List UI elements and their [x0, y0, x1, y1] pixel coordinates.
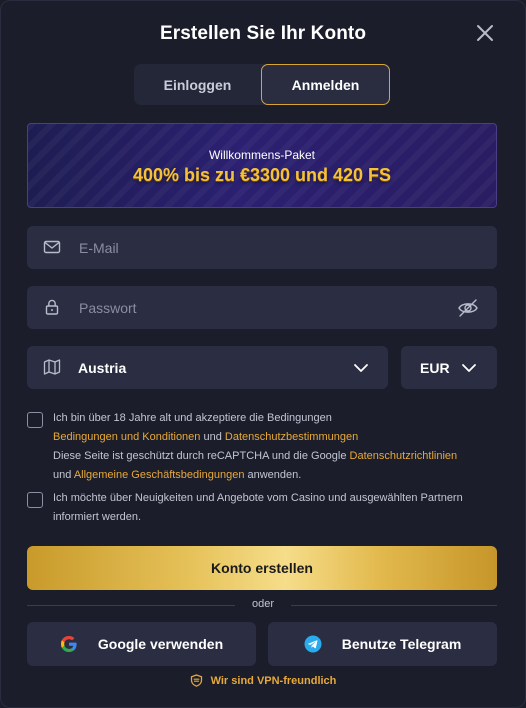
- telegram-icon: [304, 635, 322, 653]
- auth-tabs: Einloggen Anmelden: [134, 64, 390, 105]
- eye-off-icon[interactable]: [457, 297, 479, 319]
- modal-title: Erstellen Sie Ihr Konto: [159, 23, 367, 44]
- privacy-link[interactable]: Datenschutzbestimmungen: [225, 431, 358, 443]
- newsletter-checkbox[interactable]: [27, 492, 43, 508]
- google-terms-link[interactable]: Allgemeine Geschäftsbedingungen: [74, 469, 245, 481]
- email-field-container: [27, 226, 497, 269]
- google-login-button[interactable]: Google verwenden: [27, 622, 256, 666]
- map-icon: [43, 359, 61, 375]
- or-label: oder: [251, 598, 275, 610]
- chevron-down-icon: [462, 364, 476, 372]
- terms-consent: Ich bin über 18 Jahre alt und akzeptiere…: [27, 412, 497, 488]
- promo-headline: 400% bis zu €3300 und 420 FS: [132, 165, 392, 185]
- vpn-note-text: Wir sind VPN-freundlich: [210, 674, 337, 687]
- signup-modal: Erstellen Sie Ihr Konto Einloggen Anmeld…: [0, 0, 526, 708]
- welcome-banner: Willkommens-Paket 400% bis zu €3300 und …: [27, 123, 497, 208]
- apply-text: anwenden.: [247, 469, 302, 481]
- tab-login[interactable]: Einloggen: [134, 64, 261, 105]
- create-account-button[interactable]: Konto erstellen: [27, 546, 497, 590]
- password-input[interactable]: [79, 286, 449, 329]
- country-select[interactable]: Austria: [27, 346, 388, 389]
- chevron-down-icon: [354, 364, 368, 372]
- password-field-container: [27, 286, 497, 329]
- and-text: und: [53, 469, 72, 481]
- mail-icon: [43, 240, 61, 254]
- newsletter-consent: Ich möchte über Neuigkeiten und Angebote…: [27, 492, 497, 530]
- tab-register[interactable]: Anmelden: [261, 64, 390, 105]
- terms-checkbox[interactable]: [27, 412, 43, 428]
- country-value: Austria: [78, 359, 127, 376]
- google-icon: [60, 636, 77, 652]
- terms-line-1: Ich bin über 18 Jahre alt und akzeptiere…: [53, 412, 332, 424]
- and-text: und: [203, 431, 222, 443]
- lock-icon: [45, 299, 59, 315]
- recaptcha-text: Diese Seite ist geschützt durch reCAPTCH…: [53, 450, 347, 462]
- telegram-button-label: Benutze Telegram: [341, 636, 462, 652]
- newsletter-text: Ich möchte über Neuigkeiten und Angebote…: [53, 492, 463, 523]
- close-icon[interactable]: [473, 21, 497, 45]
- email-input[interactable]: [79, 226, 449, 269]
- terms-link[interactable]: Bedingungen und Konditionen: [53, 431, 200, 443]
- currency-select[interactable]: EUR: [401, 346, 497, 389]
- google-button-label: Google verwenden: [97, 636, 224, 652]
- promo-subtitle: Willkommens-Paket: [208, 148, 316, 162]
- terms-text: Ich bin über 18 Jahre alt und akzeptiere…: [53, 409, 497, 485]
- shield-icon: [190, 674, 202, 687]
- telegram-login-button[interactable]: Benutze Telegram: [268, 622, 497, 666]
- divider-right: [291, 605, 497, 606]
- google-privacy-link[interactable]: Datenschutzrichtlinien: [350, 450, 458, 462]
- currency-value: EUR: [420, 359, 450, 376]
- vpn-note: Wir sind VPN-freundlich: [1, 674, 525, 687]
